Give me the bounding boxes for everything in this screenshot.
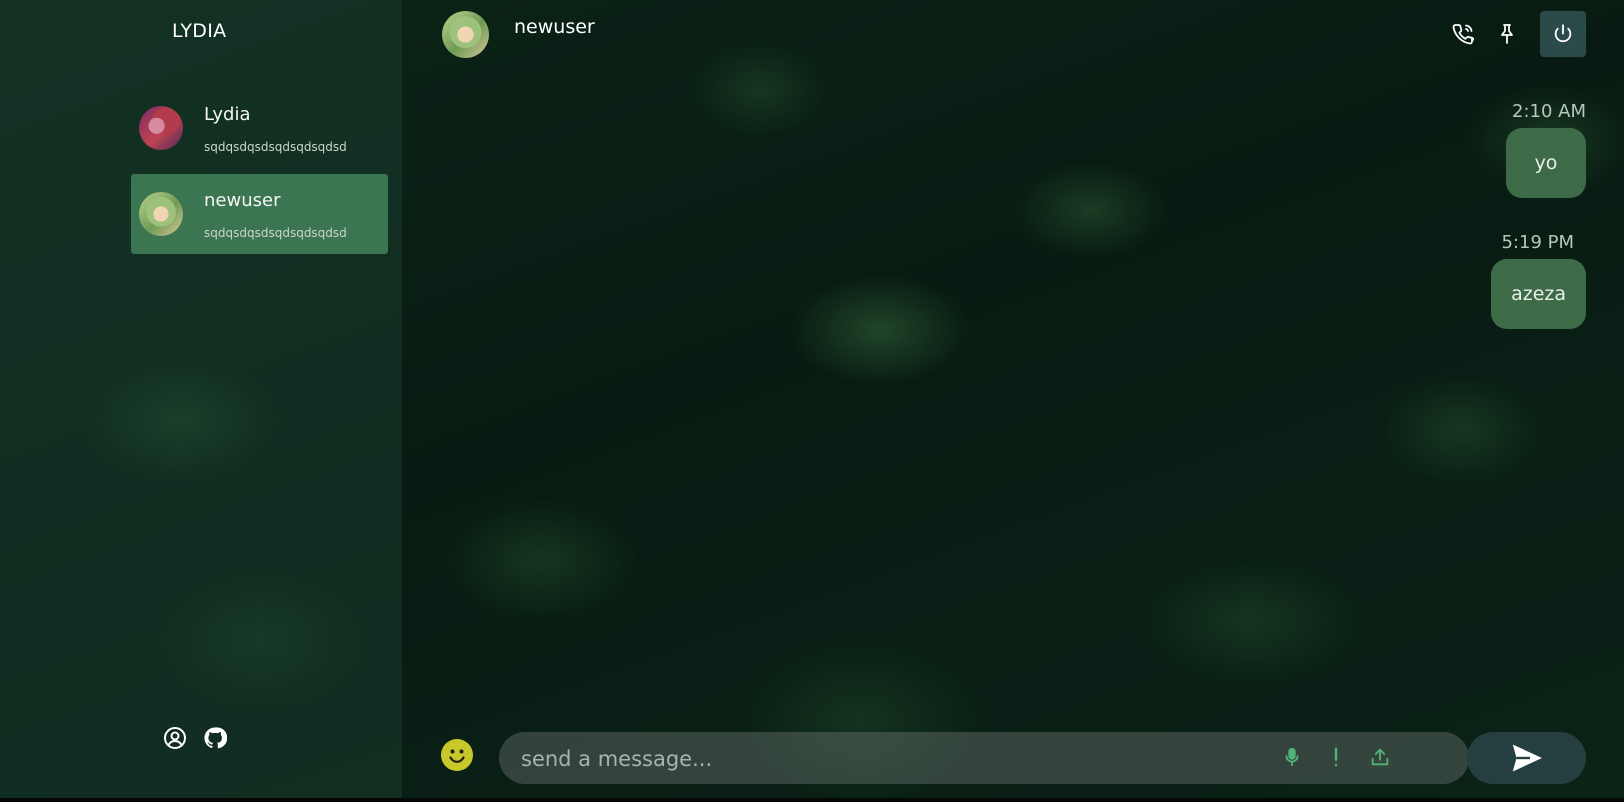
window-bottom-edge — [0, 798, 1624, 802]
message-composer — [499, 732, 1469, 786]
emoji-button[interactable] — [441, 739, 473, 771]
avatar — [139, 192, 183, 236]
chat-header: newuser — [402, 0, 1624, 64]
send-button[interactable] — [1467, 732, 1586, 784]
upload-icon[interactable] — [1369, 746, 1391, 768]
power-icon — [1554, 24, 1572, 43]
sidebar-footer — [163, 726, 228, 750]
pin-icon[interactable] — [1494, 21, 1520, 47]
exclamation-icon[interactable] — [1325, 746, 1347, 768]
emoji-icon — [442, 740, 472, 770]
chat-contact-name: newuser — [514, 16, 595, 38]
message-bubble: azeza — [1491, 259, 1586, 329]
header-actions — [1450, 11, 1586, 57]
message-item: 2:10 AM yo — [1506, 101, 1586, 198]
contact-item-newuser[interactable]: newuser sqdqsdqsdsqdsqdsqdsd — [131, 174, 388, 254]
composer-tools — [1281, 746, 1391, 768]
contact-item-lydia[interactable]: Lydia sqdqsdqsdsqdsqdsqdsd — [131, 88, 388, 168]
avatar — [442, 11, 489, 58]
sidebar: LYDIA Lydia sqdqsdqsdsqdsqdsqdsd newuser… — [0, 0, 402, 798]
message-item: 5:19 PM azeza — [1491, 232, 1586, 329]
send-icon — [1512, 744, 1542, 772]
contact-name: Lydia — [204, 104, 251, 125]
message-time: 5:19 PM — [1501, 232, 1574, 253]
power-button[interactable] — [1540, 11, 1586, 57]
contact-preview: sqdqsdqsdsqdsqdsqdsd — [204, 140, 347, 154]
phone-call-icon[interactable] — [1450, 21, 1476, 47]
message-input[interactable] — [519, 732, 1303, 786]
avatar — [139, 106, 183, 150]
message-time: 2:10 AM — [1512, 101, 1586, 122]
contact-preview: sqdqsdqsdsqdsqdsqdsd — [204, 226, 347, 240]
sidebar-title: LYDIA — [172, 20, 227, 42]
user-circle-icon[interactable] — [163, 726, 187, 750]
github-icon[interactable] — [203, 726, 228, 750]
microphone-icon[interactable] — [1281, 746, 1303, 768]
contact-name: newuser — [204, 190, 281, 211]
message-bubble: yo — [1506, 128, 1586, 198]
